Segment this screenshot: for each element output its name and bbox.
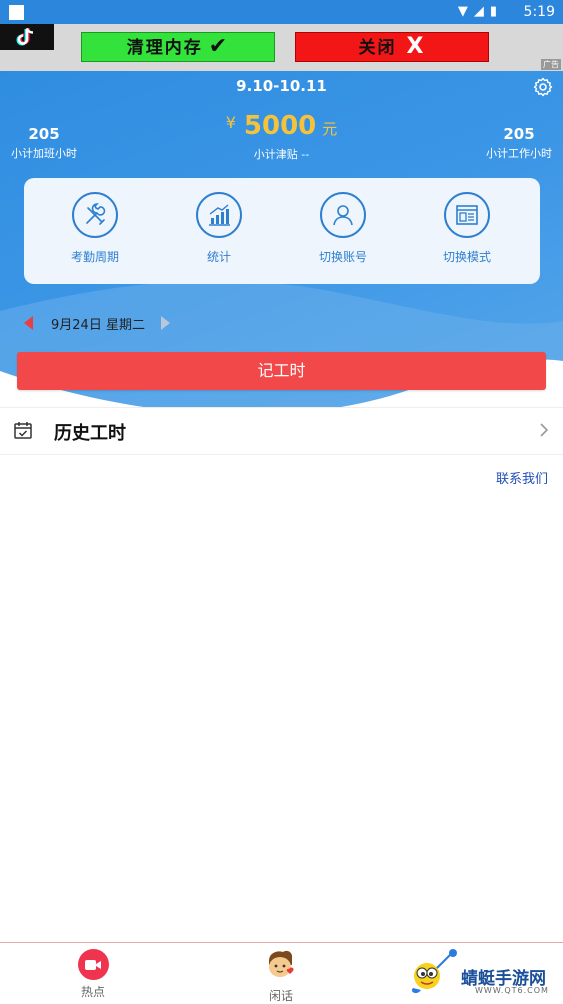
work-stat: 205 小计工作小时 bbox=[483, 125, 555, 161]
ad-close-label: 关闭 bbox=[358, 38, 397, 58]
cartoon-face-icon bbox=[246, 949, 316, 984]
status-time: 5:19 bbox=[523, 4, 555, 20]
menu-label: 统计 bbox=[206, 250, 231, 264]
record-hours-button[interactable]: 记工时 bbox=[17, 352, 546, 390]
menu-label: 考勤周期 bbox=[70, 250, 119, 264]
next-day-arrow-icon[interactable] bbox=[160, 316, 170, 330]
contact-us-link[interactable]: 联系我们 bbox=[496, 468, 548, 487]
chevron-right-icon bbox=[539, 422, 549, 442]
user-icon bbox=[320, 192, 366, 238]
checkmark-icon: ✔ bbox=[208, 34, 230, 59]
wifi-icon: ▼ bbox=[457, 4, 474, 19]
ad-close-glyph: X bbox=[406, 34, 426, 59]
watermark-url: WWW.QT6.COM bbox=[475, 986, 549, 995]
ad-close-button[interactable]: 关闭 X bbox=[295, 32, 489, 62]
ad-corner-label: 广告 bbox=[541, 59, 561, 70]
battery-icon: ▮ bbox=[489, 4, 503, 19]
date-navigator: 9月24日 星期二 bbox=[24, 313, 170, 333]
menu-card: 考勤周期 统计 切换账号 切换模式 bbox=[24, 178, 540, 284]
history-title: 历史工时 bbox=[54, 423, 126, 444]
menu-item-switch-mode[interactable]: 切换模式 bbox=[417, 192, 517, 265]
summary-header: 9.10-10.11 205 小计加班小时 ¥5000 元 小计津贴 -- 205… bbox=[0, 71, 563, 407]
status-icons: ▼◢▮ bbox=[458, 4, 503, 19]
menu-item-attendance-cycle[interactable]: 考勤周期 bbox=[45, 192, 145, 265]
current-date[interactable]: 9月24日 星期二 bbox=[51, 314, 145, 333]
history-hours-row[interactable]: 历史工时 bbox=[0, 407, 563, 455]
currency-symbol: ¥ bbox=[225, 113, 236, 132]
menu-label: 切换模式 bbox=[442, 250, 491, 264]
wrench-screwdriver-icon bbox=[72, 192, 118, 238]
subsidy-unit: 元 bbox=[322, 120, 338, 138]
tab-label: 闲话 bbox=[268, 989, 293, 1003]
dragonfly-logo-icon bbox=[411, 949, 457, 994]
subsidy-label: 小计津贴 -- bbox=[253, 148, 310, 161]
subsidy-amount: ¥5000 元 bbox=[0, 111, 563, 141]
bar-chart-icon bbox=[196, 192, 242, 238]
work-label: 小计工作小时 bbox=[486, 147, 552, 160]
menu-label: 切换账号 bbox=[318, 250, 367, 264]
status-bar: ▼◢▮ 5:19 bbox=[0, 0, 563, 24]
prev-day-arrow-icon[interactable] bbox=[24, 316, 33, 330]
notification-icon bbox=[9, 5, 24, 20]
ad-clean-label: 清理内存 bbox=[126, 38, 203, 58]
tab-label: 热点 bbox=[80, 985, 105, 999]
window-icon bbox=[444, 192, 490, 238]
watermark: 蜻蜓手游网 WWW.QT6.COM bbox=[407, 944, 557, 1000]
calendar-icon bbox=[13, 420, 33, 444]
subsidy-value: 5000 bbox=[243, 111, 317, 141]
menu-item-switch-account[interactable]: 切换账号 bbox=[293, 192, 393, 265]
period-range[interactable]: 9.10-10.11 bbox=[0, 77, 563, 95]
tab-hot[interactable]: 热点 bbox=[58, 949, 128, 1000]
ad-clean-memory-button[interactable]: 清理内存 ✔ bbox=[81, 32, 275, 62]
tiktok-logo-icon[interactable] bbox=[0, 24, 54, 50]
work-value: 205 bbox=[503, 125, 535, 143]
tab-chat[interactable]: 闲话 bbox=[246, 949, 316, 1004]
video-camera-icon bbox=[77, 949, 109, 980]
signal-icon: ◢ bbox=[473, 4, 490, 19]
ad-banner[interactable]: 清理内存 ✔ 关闭 X 广告 bbox=[0, 24, 563, 71]
gear-icon[interactable] bbox=[533, 77, 553, 101]
menu-item-statistics[interactable]: 统计 bbox=[169, 192, 269, 265]
